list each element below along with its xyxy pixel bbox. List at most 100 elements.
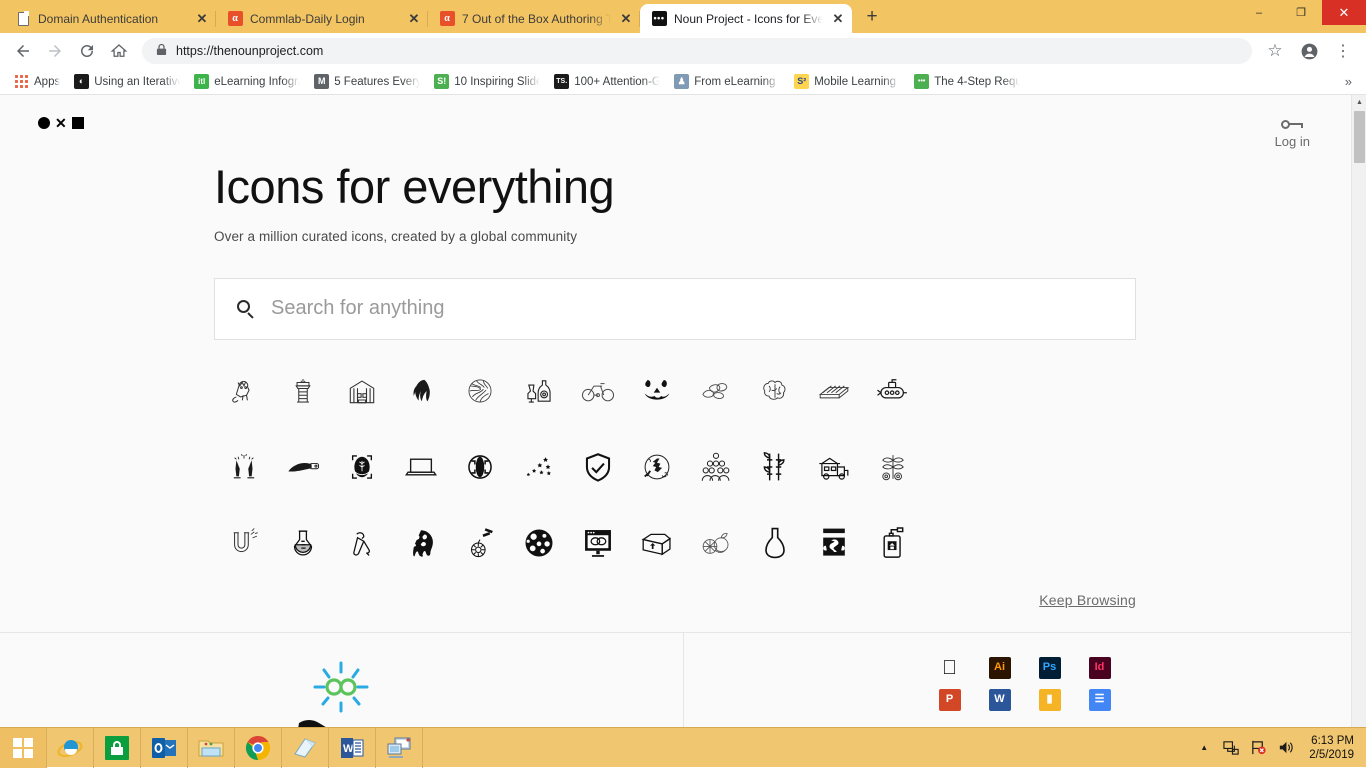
bookmark-item[interactable]: ◐ Using an Iterative Pro — [68, 72, 186, 91]
home-icon[interactable] — [104, 36, 134, 66]
food-truck-icon[interactable] — [804, 442, 863, 492]
profile-icon[interactable] — [1294, 36, 1324, 66]
face-scan-icon[interactable] — [332, 442, 391, 492]
network-icon[interactable] — [1222, 739, 1240, 757]
watering-can-icon[interactable] — [332, 518, 391, 568]
file-explorer-icon[interactable] — [188, 727, 235, 768]
bookmark-item[interactable]: ••• The 4-Step Request f — [908, 72, 1026, 91]
cashew-nuts-icon[interactable] — [686, 366, 745, 416]
site-header: ✕ Log in — [0, 95, 1366, 149]
forward-icon[interactable] — [40, 36, 70, 66]
browser-tab[interactable]: α 7 Out of the Box Authoring Tools ✕ — [428, 4, 640, 33]
yarn-ball-icon[interactable] — [450, 366, 509, 416]
scrollbar-thumb[interactable] — [1354, 111, 1365, 163]
noun-project-logo[interactable]: ✕ — [38, 116, 84, 130]
vase-bottle-icon[interactable] — [745, 518, 804, 568]
reload-icon[interactable] — [72, 36, 102, 66]
melting-globe-icon[interactable] — [391, 518, 450, 568]
brain-icon[interactable] — [745, 366, 804, 416]
tab-close-button[interactable]: ✕ — [618, 11, 634, 27]
browser-tab[interactable]: Domain Authentication ✕ — [4, 4, 216, 33]
scroll-up-arrow[interactable]: ▲ — [1352, 95, 1366, 110]
tab-close-button[interactable]: ✕ — [830, 11, 846, 27]
bookmarks-overflow-button[interactable]: » — [1339, 74, 1358, 89]
logs-icon[interactable] — [804, 366, 863, 416]
browser-menu-icon[interactable]: ⋮ — [1328, 36, 1358, 66]
orange-fruit-icon[interactable] — [686, 518, 745, 568]
taskbar-clock[interactable]: 6:13 PM 2/5/2019 — [1303, 734, 1358, 762]
bamboo-icon[interactable] — [745, 442, 804, 492]
bookmark-item[interactable]: ♟ From eLearning to m — [668, 72, 786, 91]
start-button[interactable] — [0, 727, 47, 768]
shield-check-icon[interactable] — [568, 442, 627, 492]
bookmark-item[interactable]: M 5 Features Every LMS — [308, 72, 426, 91]
tray-expand-arrow[interactable]: ▲ — [1195, 739, 1213, 757]
bookmark-star-icon[interactable]: ☆ — [1260, 36, 1290, 66]
hair-face-icon[interactable] — [391, 366, 450, 416]
bicycle-icon[interactable] — [568, 366, 627, 416]
search-box[interactable]: Search for anything — [214, 277, 1136, 340]
address-bar[interactable]: https://thenounproject.com — [142, 38, 1252, 64]
google-docs-icon[interactable]: ☰ — [1088, 688, 1111, 711]
login-button[interactable]: Log in — [1275, 117, 1320, 149]
water-tower-icon[interactable] — [273, 366, 332, 416]
illustrator-icon[interactable]: Ai — [988, 656, 1011, 679]
keep-browsing-link[interactable]: Keep Browsing — [1039, 592, 1136, 608]
dropper-flower-icon[interactable] — [450, 518, 509, 568]
google-chrome-icon[interactable] — [235, 727, 282, 768]
beetle-icon[interactable] — [450, 442, 509, 492]
bookmark-item[interactable]: TS. 100+ Attention-Grab — [548, 72, 666, 91]
google-slides-icon[interactable]: ▮ — [1038, 688, 1061, 711]
soap-dispenser-icon[interactable] — [863, 518, 922, 568]
new-tab-button[interactable]: + — [858, 4, 886, 32]
outlook-icon[interactable] — [141, 727, 188, 768]
apple-icon[interactable]:  — [939, 657, 961, 679]
bookmark-favicon: TS. — [554, 74, 570, 89]
volume-icon[interactable] — [1276, 739, 1294, 757]
search-input[interactable]: Search for anything — [271, 297, 444, 320]
browser-link-icon[interactable] — [568, 518, 627, 568]
indesign-icon[interactable]: Id — [1088, 656, 1111, 679]
blade-knife-icon[interactable] — [273, 442, 332, 492]
sticky-notes-icon[interactable] — [282, 727, 329, 768]
barn-icon[interactable] — [332, 366, 391, 416]
close-window-button[interactable]: ✕ — [1322, 0, 1366, 25]
maximize-button[interactable]: ❐ — [1280, 0, 1322, 25]
moon-icon[interactable] — [509, 518, 568, 568]
bookmark-label: 10 Inspiring SlideShare — [454, 75, 541, 88]
bookmark-item[interactable]: S! 10 Inspiring SlideShare — [428, 72, 546, 91]
internet-explorer-icon[interactable] — [47, 727, 94, 768]
remote-desktop-icon[interactable] — [376, 727, 423, 768]
jack-o-lantern-face-icon[interactable] — [627, 366, 686, 416]
browser-tab[interactable]: α Commlab-Daily Login ✕ — [216, 4, 428, 33]
browser-tab-active[interactable]: ••• Noun Project - Icons for Everything … — [640, 4, 852, 33]
photoshop-icon[interactable]: Ps — [1038, 656, 1061, 679]
flower-tree-icon[interactable] — [863, 442, 922, 492]
submarine-icon[interactable] — [863, 366, 922, 416]
horseshoe-magnet-icon[interactable] — [214, 518, 273, 568]
microsoft-store-icon[interactable] — [94, 727, 141, 768]
action-center-flag-icon[interactable] — [1249, 739, 1267, 757]
powerpoint-icon[interactable]: P — [938, 688, 961, 711]
page-scrollbar[interactable]: ▲ — [1351, 95, 1366, 727]
laptop-icon[interactable] — [391, 442, 450, 492]
wine-bottle-icon[interactable] — [509, 366, 568, 416]
tab-close-button[interactable]: ✕ — [406, 11, 422, 27]
back-icon[interactable] — [8, 36, 38, 66]
stars-icon[interactable] — [509, 442, 568, 492]
word-icon[interactable]: W — [988, 688, 1011, 711]
bookmark-item[interactable]: S² Mobile Learning Chal — [788, 72, 906, 91]
champagne-toast-icon[interactable] — [214, 442, 273, 492]
system-tray: ▲ 6:13 PM 2/5/2019 — [1195, 728, 1366, 768]
crowd-hierarchy-icon[interactable] — [686, 442, 745, 492]
shipping-box-icon[interactable] — [627, 518, 686, 568]
flask-icon[interactable] — [273, 518, 332, 568]
bookmark-item[interactable]: itl eLearning Infographic — [188, 72, 306, 91]
witch-broom-icon[interactable] — [627, 442, 686, 492]
tab-close-button[interactable]: ✕ — [194, 11, 210, 27]
snake-icon[interactable] — [804, 518, 863, 568]
microsoft-word-icon[interactable]: W — [329, 727, 376, 768]
kitten-icon[interactable] — [214, 366, 273, 416]
bookmark-apps[interactable]: Apps — [8, 72, 66, 91]
minimize-button[interactable]: – — [1238, 0, 1280, 25]
